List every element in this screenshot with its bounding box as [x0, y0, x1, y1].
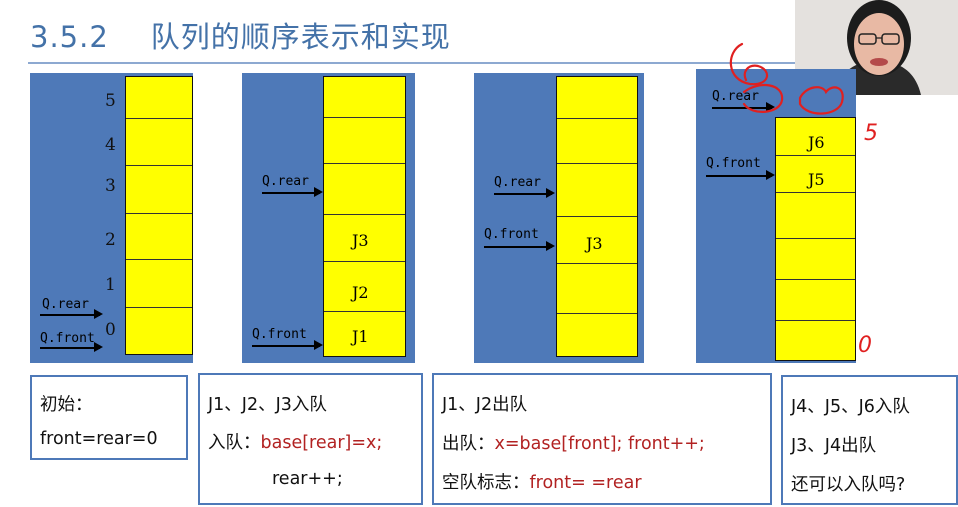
diagram-4-j6: J6: [808, 133, 825, 152]
box-question-line1: J4、J5、J6入队: [791, 397, 910, 417]
cell-divider: [776, 238, 855, 239]
diagram-2-queue: [323, 76, 406, 357]
box-enqueue: J1、J2、J3入队 入队：base[rear]=x; rear++;: [198, 373, 423, 505]
box-initial: 初始： front=rear=0: [30, 375, 188, 460]
box-enqueue-code1: base[rear]=x;: [260, 433, 383, 453]
box-enqueue-prefix: 入队：: [208, 433, 261, 453]
diagram-3-front-arrow: [484, 242, 555, 250]
box-initial-title: 初始：: [40, 395, 93, 415]
section-number: 3.5.2: [30, 20, 109, 54]
box-question-line2: J3、J4出队: [791, 436, 877, 456]
cell-divider: [776, 192, 855, 193]
cell-divider: [126, 213, 192, 214]
ink-side-digit: 5: [864, 121, 878, 146]
box-enqueue-title: J1、J2、J3入队: [208, 395, 327, 415]
diagram-2-j2: J2: [352, 283, 369, 302]
ink-bottom-digit: 0: [858, 333, 872, 358]
cell-divider: [776, 279, 855, 280]
diagram-3-rear-label: Q.rear: [494, 175, 541, 190]
diagram-2-rear-label: Q.rear: [262, 174, 309, 189]
box-enqueue-code2: rear++;: [272, 469, 343, 489]
cell-divider: [324, 261, 405, 262]
diagram-3-rear-arrow: [494, 189, 555, 197]
box-question: J4、J5、J6入队 J3、J4出队 还可以入队吗?: [781, 375, 958, 505]
cell-divider: [557, 118, 637, 119]
diagram-2-front-label: Q.front: [252, 327, 307, 342]
box-dequeue-empty-prefix: 空队标志：: [442, 473, 530, 493]
index-0: 0: [105, 320, 116, 340]
cell-divider: [126, 259, 192, 260]
cell-divider: [324, 311, 405, 312]
cell-divider: [126, 165, 192, 166]
diagram-3-front-label: Q.front: [484, 227, 539, 242]
cell-divider: [776, 155, 855, 156]
diagram-4-rear-label: Q.rear: [712, 89, 759, 104]
box-dequeue: J1、J2出队 出队：x=base[front]; front++; 空队标志：…: [432, 373, 772, 505]
diagram-1-rear-arrow: [40, 310, 103, 318]
diagram-2-rear-arrow: [262, 188, 323, 196]
box-enqueue-op: 入队：base[rear]=x;: [208, 429, 382, 454]
diagram-4-front-arrow: [706, 171, 775, 179]
diagram-1-queue: [125, 76, 193, 355]
box-dequeue-code: x=base[front]; front++;: [494, 434, 705, 454]
diagram-2-j1: J1: [352, 327, 369, 346]
cell-divider: [324, 214, 405, 215]
cell-divider: [324, 117, 405, 118]
box-dequeue-empty: 空队标志：front= =rear: [442, 469, 642, 494]
index-5: 5: [105, 91, 116, 111]
diagram-4-j5: J5: [808, 170, 825, 189]
cell-divider: [126, 307, 192, 308]
section-title: 队列的顺序表示和实现: [150, 20, 451, 54]
page-title: 3.5.2 队列的顺序表示和实现: [30, 14, 451, 56]
cell-divider: [557, 216, 637, 217]
box-dequeue-prefix: 出队：: [442, 434, 495, 454]
box-initial-code: front=rear=0: [40, 429, 158, 449]
index-4: 4: [105, 135, 116, 155]
diagram-2-front-arrow: [252, 341, 323, 349]
diagram-4-rear-arrow: [712, 103, 775, 111]
cell-divider: [776, 320, 855, 321]
index-3: 3: [105, 176, 116, 196]
diagram-4-queue: [775, 117, 856, 361]
diagram-1-front-label: Q.front: [40, 331, 95, 346]
diagram-1-front-arrow: [40, 343, 103, 351]
box-dequeue-empty-code: front= =rear: [529, 473, 642, 493]
diagram-1-rear-label: Q.rear: [42, 297, 89, 312]
index-1: 1: [105, 275, 116, 295]
cell-divider: [557, 263, 637, 264]
box-question-line3: 还可以入队吗?: [791, 475, 906, 495]
cell-divider: [324, 163, 405, 164]
box-dequeue-op: 出队：x=base[front]; front++;: [442, 430, 705, 455]
diagram-4-front-label: Q.front: [706, 156, 761, 171]
cell-divider: [557, 163, 637, 164]
cell-divider: [126, 118, 192, 119]
index-2: 2: [105, 230, 116, 250]
box-dequeue-title: J1、J2出队: [442, 395, 528, 415]
diagram-2-j3: J3: [352, 231, 369, 250]
cell-divider: [557, 313, 637, 314]
diagram-3-queue: [556, 76, 638, 357]
diagram-3-j3: J3: [586, 234, 603, 253]
